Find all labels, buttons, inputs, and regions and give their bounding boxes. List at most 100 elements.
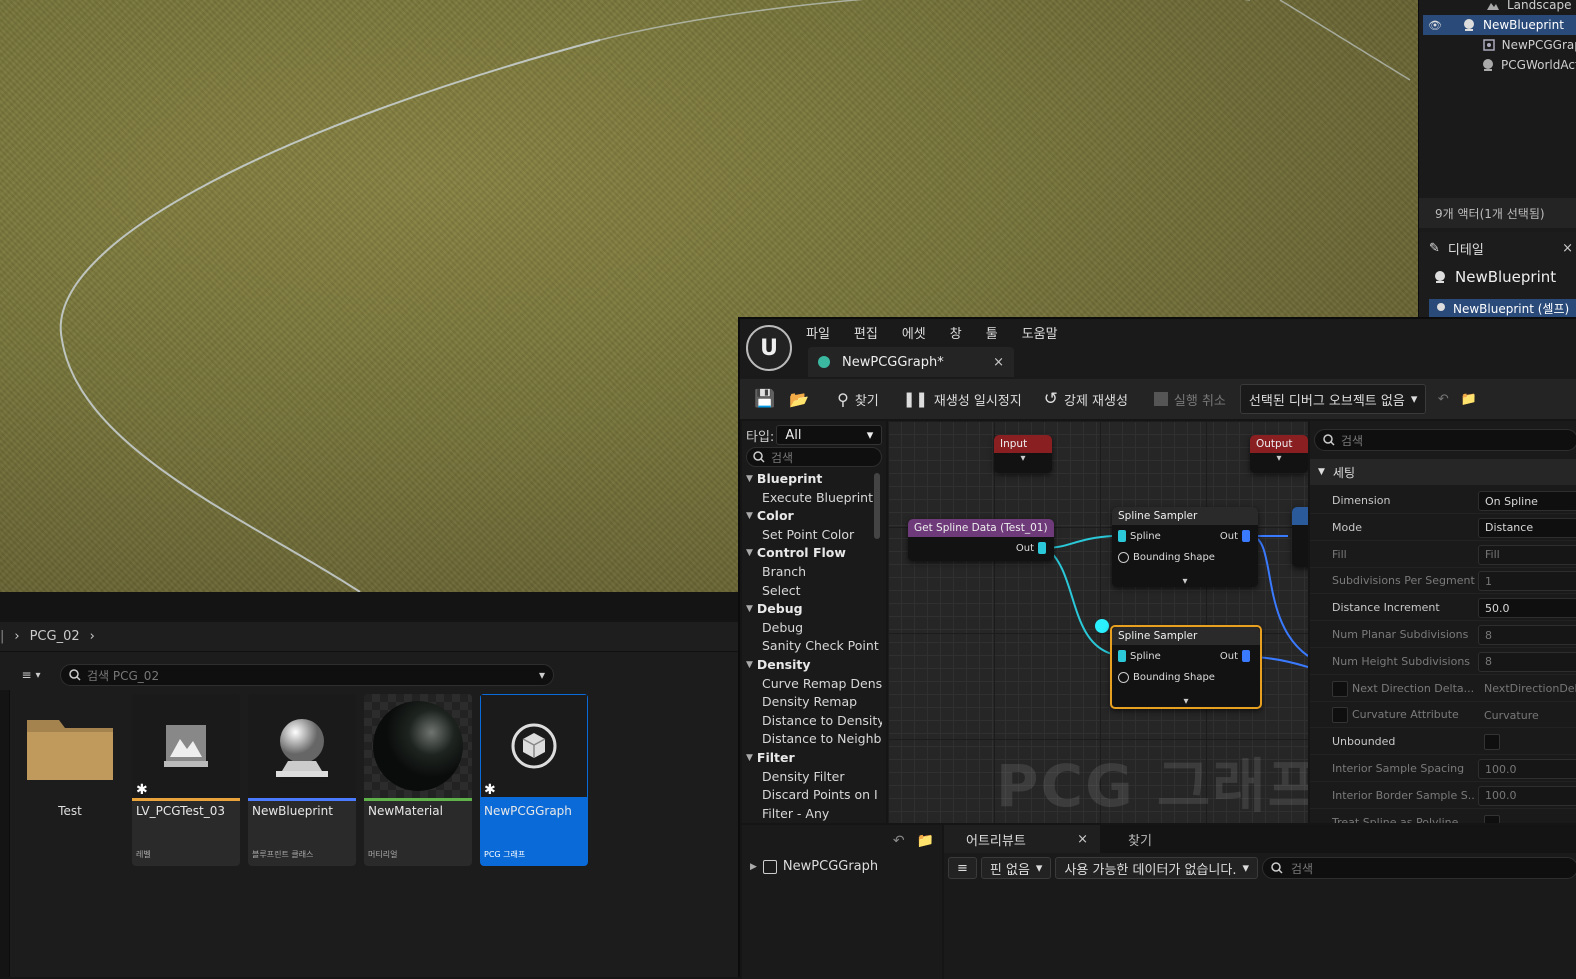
- menu-asset[interactable]: 에셋: [902, 323, 926, 342]
- out-pin[interactable]: Out: [1016, 542, 1046, 554]
- property-value[interactable]: 1: [1478, 571, 1576, 592]
- palette-node-item[interactable]: Density Remap: [742, 692, 882, 711]
- outliner-row-pcgworldactor[interactable]: PCGWorldActor: [1423, 55, 1576, 75]
- data-dropdown[interactable]: 사용 가능한 데이터가 없습니다. ▾: [1055, 857, 1258, 879]
- property-checkbox[interactable]: [1484, 734, 1500, 751]
- bounding-shape-pin[interactable]: Bounding Shape: [1118, 672, 1215, 683]
- property-value[interactable]: 8: [1478, 651, 1576, 672]
- back-icon[interactable]: ↶: [893, 833, 905, 849]
- palette-node-item[interactable]: Curve Remap Dens: [742, 674, 882, 693]
- folder-icon[interactable]: 📁: [1461, 392, 1477, 407]
- outliner-row-newblueprint[interactable]: 👁 NewBlueprint: [1423, 15, 1576, 35]
- property-value[interactable]: NextDirectionDelta: [1478, 679, 1576, 699]
- override-checkbox[interactable]: [1332, 707, 1348, 724]
- outliner-row-newpcggraph[interactable]: NewPCGGraph: [1423, 35, 1576, 55]
- graph-canvas[interactable]: PCG 그래프 Input ▾ Output ▾ Get Spline Data…: [888, 421, 1308, 823]
- menu-file[interactable]: 파일: [806, 323, 830, 342]
- spline-sampler-node-1[interactable]: Spline Sampler Spline Out Bounding Shape…: [1112, 507, 1258, 587]
- spline-pin[interactable]: Spline: [1118, 650, 1161, 662]
- spline-sampler-node-2[interactable]: Spline Sampler Spline Out Bounding Shape…: [1110, 625, 1262, 709]
- asset-blueprint[interactable]: NewBlueprint 블루프린트 클래스: [248, 694, 356, 866]
- force-regen-button[interactable]: ↺ 강제 재생성: [1044, 389, 1128, 409]
- type-dropdown[interactable]: All ▾: [776, 425, 883, 445]
- chevron-down-icon[interactable]: ▾: [539, 668, 545, 682]
- chevron-down-icon[interactable]: ▾: [994, 453, 1052, 464]
- tab-find[interactable]: 찾기: [1100, 825, 1180, 853]
- details-search-input[interactable]: 검색: [1314, 429, 1576, 451]
- palette-node-item[interactable]: Set Point Color: [742, 525, 882, 544]
- property-value[interactable]: On Spline: [1478, 491, 1576, 511]
- details-component-row[interactable]: NewBlueprint (셀프): [1429, 299, 1576, 317]
- tab-newpcggraph[interactable]: NewPCGGraph* ×: [808, 347, 1014, 377]
- partial-node[interactable]: [1292, 507, 1308, 567]
- asset-pcg-graph[interactable]: ✱ NewPCGGraph PCG 그래프: [480, 694, 588, 866]
- palette-category[interactable]: ▼ Control Flow: [742, 543, 882, 562]
- palette-category[interactable]: ▼ Density: [742, 655, 882, 674]
- outliner-row-landscape[interactable]: Landscape: [1423, 0, 1576, 15]
- folder-icon[interactable]: 📁: [917, 833, 934, 849]
- property-value[interactable]: Distance: [1478, 517, 1576, 538]
- chevron-down-icon[interactable]: ▾: [1250, 453, 1308, 464]
- palette-node-item[interactable]: Debug: [742, 618, 882, 637]
- palette-node-item[interactable]: Distance to Density: [742, 711, 882, 730]
- triangle-right-icon[interactable]: ▶: [750, 862, 757, 872]
- palette-category[interactable]: ▼ Filter: [742, 748, 882, 767]
- palette-node-item[interactable]: Branch: [742, 562, 882, 581]
- property-value[interactable]: 100.0: [1478, 759, 1576, 779]
- palette-search-input[interactable]: 검색: [746, 447, 882, 467]
- palette-category[interactable]: ▼ Blueprint: [742, 469, 882, 488]
- cancel-button[interactable]: 실행 취소: [1153, 390, 1226, 409]
- pin-dropdown[interactable]: 핀 없음 ▾: [980, 857, 1052, 879]
- back-icon[interactable]: ↶: [1438, 392, 1449, 407]
- property-value[interactable]: 100.0: [1478, 785, 1576, 806]
- details-tab[interactable]: ✎ 디테일 ×: [1423, 236, 1576, 260]
- output-node[interactable]: Output ▾: [1250, 435, 1308, 473]
- chevron-right-icon[interactable]: ›: [14, 629, 19, 644]
- breadcrumb-item[interactable]: PCG_02: [30, 629, 80, 644]
- palette-node-item[interactable]: Discard Points on I: [742, 785, 882, 804]
- property-checkbox[interactable]: [1484, 814, 1500, 823]
- asset-material[interactable]: NewMaterial 머티리얼: [364, 694, 472, 866]
- tab-attributes[interactable]: 어트리뷰트 ×: [944, 825, 1100, 853]
- tree-item-newpcggraph[interactable]: ▶ NewPCGGraph: [750, 859, 878, 874]
- menu-window[interactable]: 창: [950, 323, 962, 342]
- chevron-down-icon[interactable]: ▾: [1112, 576, 1258, 587]
- palette-node-item[interactable]: Distance to Neighb: [742, 729, 882, 748]
- settings-category[interactable]: ▼ 세팅: [1310, 459, 1576, 485]
- close-icon[interactable]: ×: [1077, 832, 1088, 847]
- debug-object-dropdown[interactable]: 선택된 디버그 오브젝트 없음 ▾: [1239, 384, 1426, 414]
- filter-button[interactable]: ≡: [948, 857, 977, 879]
- save-button[interactable]: 💾: [754, 389, 775, 409]
- attribute-search-input[interactable]: 검색: [1262, 857, 1576, 879]
- menu-edit[interactable]: 편집: [854, 323, 878, 342]
- filter-button[interactable]: ≡ ▾: [10, 663, 52, 687]
- asset-level[interactable]: ✱ LV_PCGTest_03 레벨: [132, 694, 240, 866]
- out-pin[interactable]: Out: [1220, 650, 1250, 662]
- property-value[interactable]: 50.0: [1478, 598, 1576, 619]
- property-value[interactable]: 8: [1478, 625, 1576, 645]
- pause-regen-button[interactable]: ❚❚ 재생성 일시정지: [903, 390, 1022, 409]
- find-button[interactable]: ⚲ 찾기: [837, 390, 879, 409]
- bounding-shape-pin[interactable]: Bounding Shape: [1118, 552, 1215, 563]
- palette-node-item[interactable]: Sanity Check Point: [742, 636, 882, 655]
- out-pin[interactable]: Out: [1220, 530, 1250, 542]
- input-node[interactable]: Input ▾: [994, 435, 1052, 473]
- menu-help[interactable]: 도움말: [1022, 323, 1058, 342]
- palette-node-item[interactable]: Density Filter: [742, 767, 882, 786]
- palette-node-item[interactable]: Filter - Any: [742, 804, 882, 823]
- eye-icon[interactable]: 👁: [1423, 19, 1447, 32]
- collapsed-sources-panel[interactable]: [0, 690, 10, 977]
- palette-node-item[interactable]: Select: [742, 581, 882, 600]
- get-spline-data-node[interactable]: Get Spline Data (Test_01) Out: [908, 519, 1054, 561]
- close-icon[interactable]: ×: [1562, 241, 1573, 256]
- browse-button[interactable]: 📂: [789, 390, 809, 409]
- close-icon[interactable]: ×: [993, 355, 1004, 370]
- property-value[interactable]: Fill: [1478, 544, 1576, 565]
- asset-folder-test[interactable]: Test: [16, 694, 124, 866]
- palette-category[interactable]: ▼ Debug: [742, 599, 882, 618]
- content-search-input[interactable]: 검색 PCG_02 ▾: [60, 664, 554, 686]
- palette-node-item[interactable]: Execute Blueprint: [742, 488, 882, 507]
- chevron-down-icon[interactable]: ▾: [1112, 696, 1260, 707]
- property-value[interactable]: Curvature: [1478, 705, 1576, 725]
- palette-category[interactable]: ▼ Color: [742, 506, 882, 525]
